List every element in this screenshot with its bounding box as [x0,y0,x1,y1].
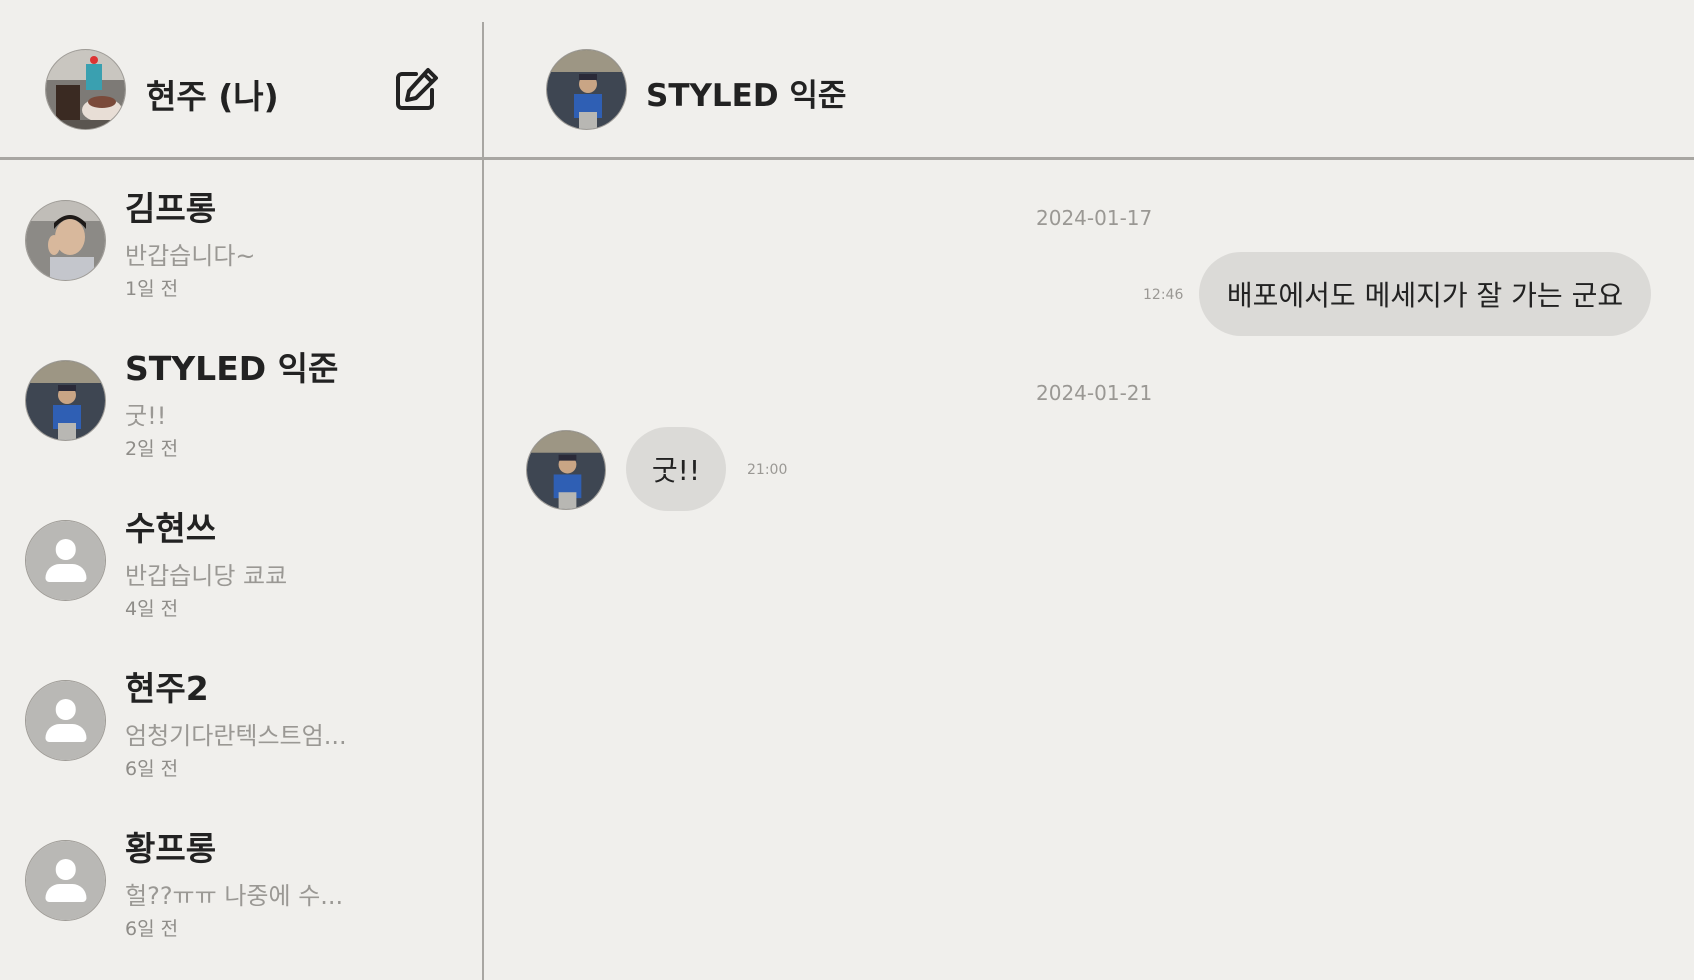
sender-avatar[interactable] [526,430,606,510]
conversation-name: STYLED 익준 [125,349,339,388]
conversation-name: 황프롱 [125,829,217,868]
conversation-time: 6일 전 [125,918,179,940]
chat-title: STYLED 익준 [646,78,847,114]
my-name: 현주 (나) [146,77,279,116]
header-divider [0,157,1694,160]
conversation-name: 현주2 [125,669,209,708]
outgoing-message-bubble[interactable]: 배포에서도 메세지가 잘 가는 군요 [1199,252,1651,336]
incoming-message-bubble[interactable]: 굿!! [626,427,726,511]
compose-button[interactable] [392,66,440,114]
conversation-time: 4일 전 [125,598,179,620]
conversation-preview: 반갑습니당 쿄쿄 [125,562,288,590]
conversation-preview: 엄청기다란텍스트엄... [125,722,347,750]
conversation-name: 수현쓰 [125,509,217,548]
conversation-item[interactable]: 수현쓰 반갑습니당 쿄쿄 4일 전 [0,480,482,640]
conversation-time: 2일 전 [125,438,179,460]
conversation-time: 6일 전 [125,758,179,780]
avatar [25,360,106,441]
chat-partner-avatar[interactable] [546,49,627,130]
avatar [25,200,106,281]
default-user-icon [25,520,106,601]
conversation-item[interactable]: 황프롱 헐??ㅠㅠ 나중에 수... 6일 전 [0,800,482,960]
message-time: 21:00 [747,462,788,478]
conversation-sidebar: 현주 (나) 김프롱 반갑습니다~ 1일 전 STYLED 익준 굿!! 2일 … [0,22,484,980]
default-user-icon [25,840,106,921]
edit-icon [396,68,438,110]
conversation-time: 1일 전 [125,278,179,300]
default-user-icon [25,680,106,761]
conversation-item[interactable]: 현주2 엄청기다란텍스트엄... 6일 전 [0,640,482,800]
conversation-item[interactable]: 김프롱 반갑습니다~ 1일 전 [0,160,482,320]
conversation-name: 김프롱 [125,189,217,228]
date-separator: 2024-01-21 [1036,381,1153,405]
date-separator: 2024-01-17 [1036,206,1153,230]
sidebar-header: 현주 (나) [0,22,482,160]
conversation-item[interactable]: STYLED 익준 굿!! 2일 전 [0,320,482,480]
conversation-preview: 굿!! [125,402,167,430]
messenger-app: 현주 (나) 김프롱 반갑습니다~ 1일 전 STYLED 익준 굿!! 2일 … [0,0,1694,980]
message-time: 12:46 [1143,287,1184,303]
conversation-preview: 반갑습니다~ [125,242,256,270]
conversation-preview: 헐??ㅠㅠ 나중에 수... [125,882,344,910]
my-avatar[interactable] [45,49,126,130]
conversation-list: 김프롱 반갑습니다~ 1일 전 STYLED 익준 굿!! 2일 전 수현쓰 반… [0,160,482,960]
